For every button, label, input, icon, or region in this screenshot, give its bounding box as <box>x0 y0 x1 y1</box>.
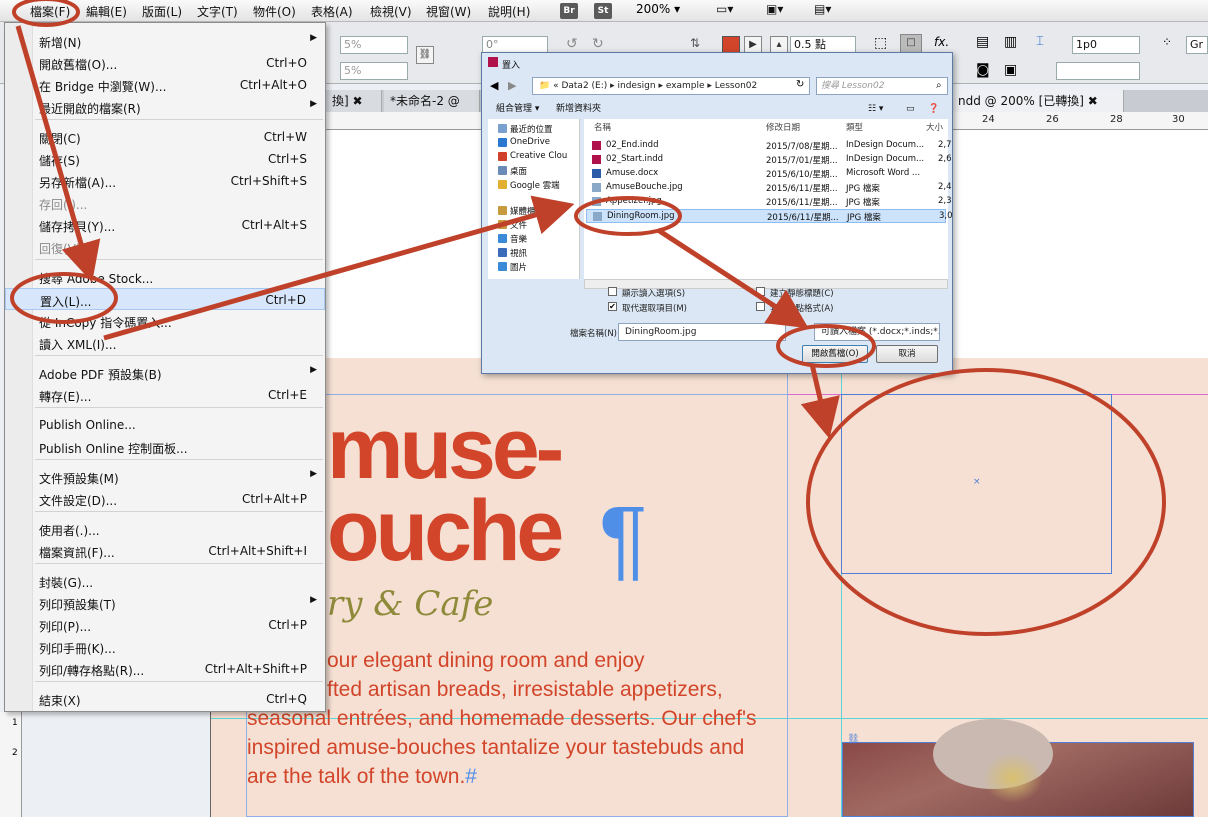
annotation-circle-file <box>574 196 682 236</box>
annotation-overlay <box>10 0 1166 636</box>
annotation-circle-frame <box>806 368 1166 636</box>
annotation-arrow <box>15 25 101 283</box>
annotation-arrow <box>800 363 840 439</box>
annotation-arrow <box>656 227 809 329</box>
annotation-circle-open <box>776 324 876 368</box>
annotation-arrow <box>103 195 575 341</box>
annotation-circle-place <box>10 272 118 324</box>
annotation-circle-file-menu <box>12 0 80 27</box>
